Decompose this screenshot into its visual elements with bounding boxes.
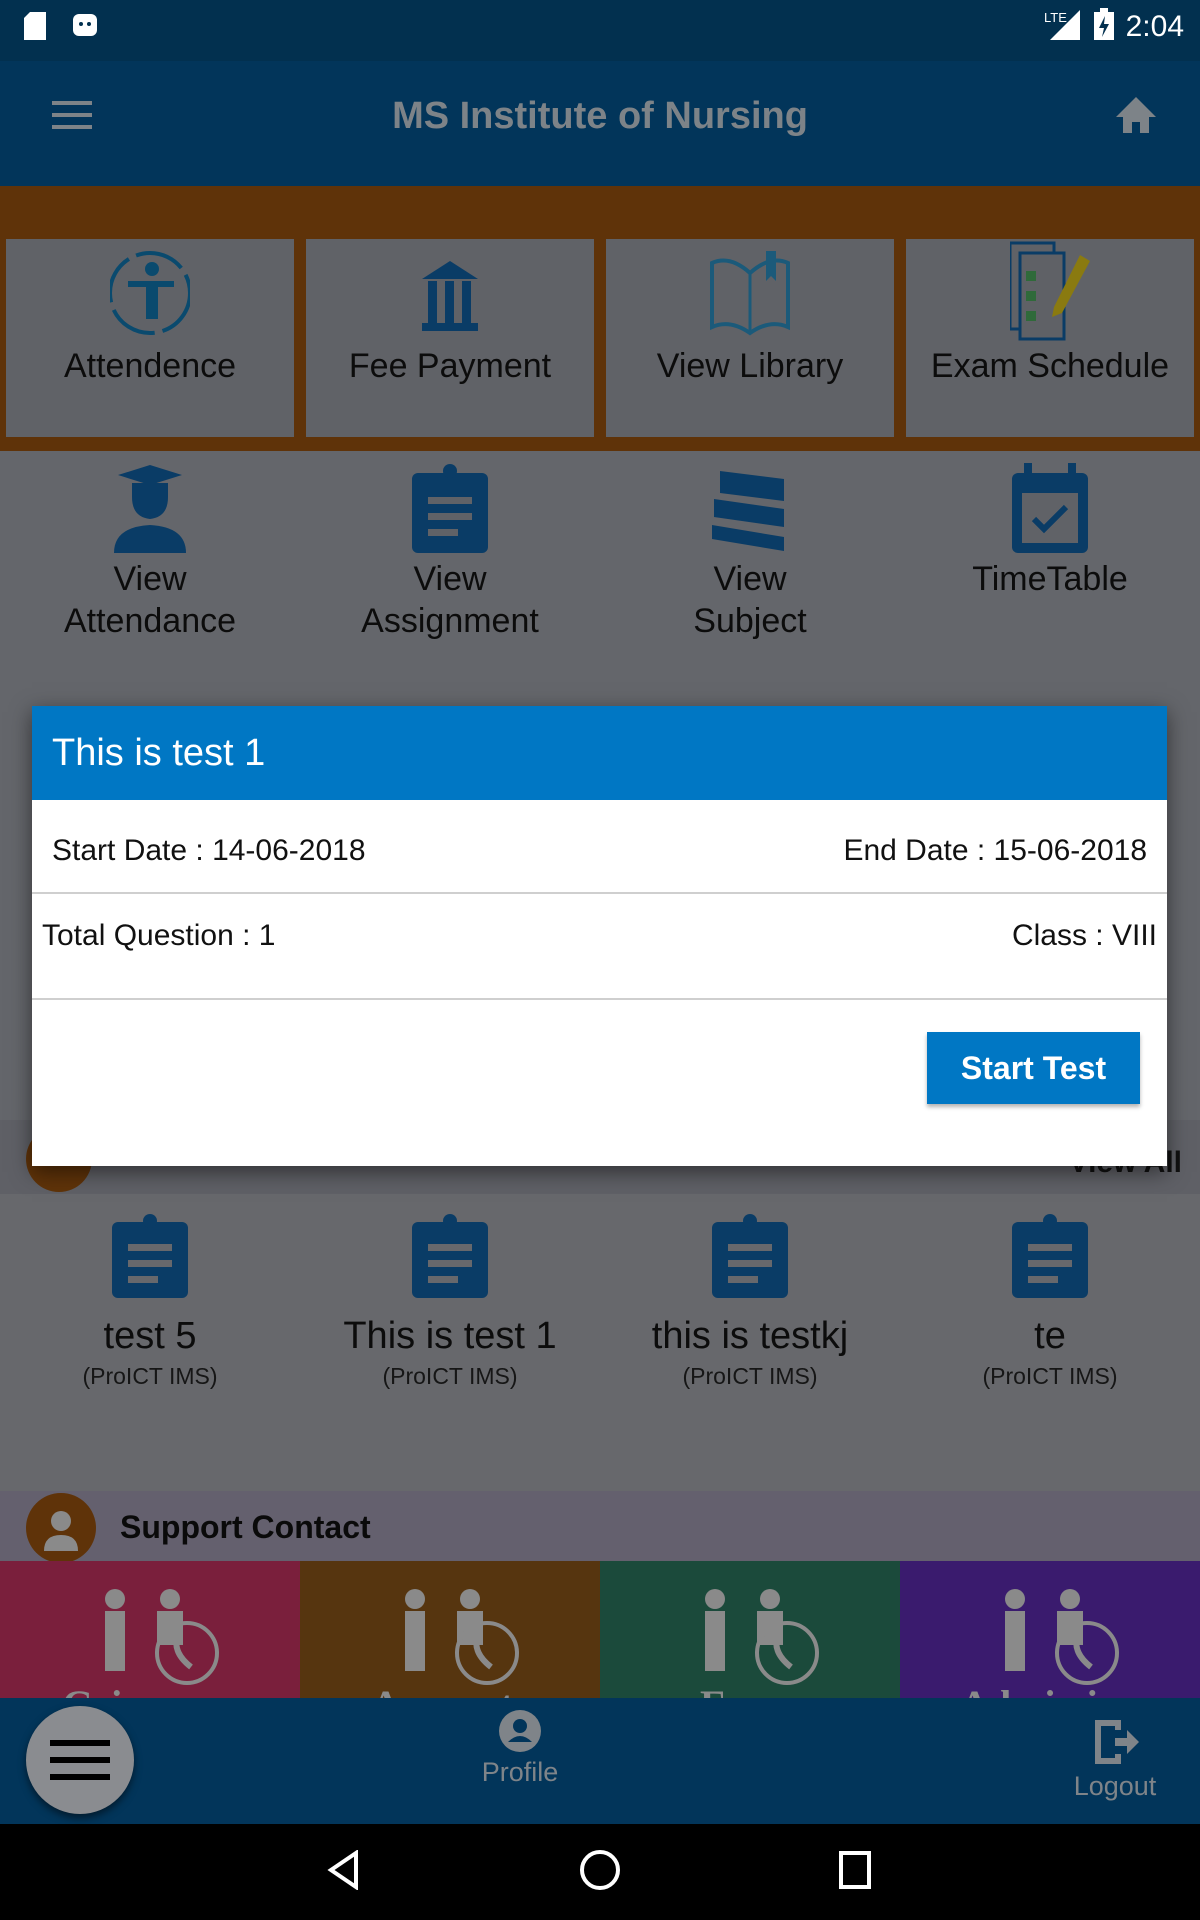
- info-row: Total Question : 1 Class : VIII: [32, 919, 1167, 953]
- grid-item-timetable[interactable]: TimeTable: [900, 463, 1200, 600]
- tile-label: View Library: [656, 347, 844, 385]
- support-tile-label: Exam: [600, 1681, 900, 1698]
- grid-label: Assignment: [361, 602, 539, 640]
- app-title: MS Institute of Nursing: [392, 95, 808, 137]
- grid-label: Subject: [693, 602, 807, 640]
- test-org: (ProICT IMS): [682, 1363, 818, 1389]
- clipboard-icon: [1012, 1214, 1088, 1298]
- sd-card-icon: [24, 12, 46, 40]
- test-org: (ProICT IMS): [382, 1363, 518, 1389]
- open-book-icon: [710, 251, 790, 336]
- grid-item-view-subject[interactable]: View Subject: [600, 463, 900, 642]
- tile-label: Exam Schedule: [930, 347, 1170, 385]
- tile-label: Attendence: [63, 347, 237, 385]
- top-tiles: Attendence Fee Payment View Library Exam…: [0, 186, 1200, 451]
- grid-label: View: [713, 560, 787, 598]
- support-tile-accounts[interactable]: Accounts: [300, 1561, 600, 1698]
- test-item[interactable]: te (ProICT IMS): [900, 1214, 1200, 1390]
- total-question: Total Question : 1: [42, 919, 276, 952]
- support-tile-grievance[interactable]: Grievance: [0, 1561, 300, 1698]
- back-icon[interactable]: [326, 1850, 362, 1890]
- attendance-person-icon: [110, 251, 190, 335]
- grid-label: TimeTable: [972, 560, 1128, 598]
- grid-item-view-attendance[interactable]: View Attendance: [0, 463, 300, 642]
- logout-label: Logout: [1073, 1771, 1157, 1801]
- status-bar: LTE 2:04: [0, 0, 1200, 61]
- divider: [32, 998, 1167, 1000]
- test-name: this is testkj: [651, 1315, 849, 1357]
- support-tile-label: Grievance: [0, 1681, 300, 1698]
- grid-item-view-assignment[interactable]: View Assignment: [300, 463, 600, 642]
- grid-label: View: [113, 560, 187, 598]
- test-name: This is test 1: [343, 1315, 557, 1357]
- test-item[interactable]: this is testkj (ProICT IMS): [600, 1214, 900, 1390]
- system-nav-bar: [0, 1824, 1200, 1920]
- divider: [32, 892, 1167, 894]
- support-phone-icon: [105, 1589, 219, 1685]
- android-icon: [73, 14, 97, 36]
- tile-view-library[interactable]: View Library: [606, 239, 894, 437]
- logout-icon: [1095, 1720, 1139, 1764]
- test-org: (ProICT IMS): [982, 1363, 1118, 1389]
- profile-label: Profile: [481, 1757, 559, 1787]
- hamburger-icon: [50, 1740, 110, 1780]
- home-icon[interactable]: [1114, 95, 1158, 135]
- support-contact-header: Support Contact: [0, 1491, 1200, 1563]
- clipboard-icon: [112, 1214, 188, 1298]
- support-tile-admission[interactable]: Admission: [900, 1561, 1200, 1698]
- support-phone-icon: [405, 1589, 519, 1685]
- support-tile-exam[interactable]: Exam: [600, 1561, 900, 1698]
- signal-icon: [1050, 10, 1080, 40]
- app-bar: MS Institute of Nursing: [0, 61, 1200, 186]
- test-name: test 5: [103, 1315, 197, 1357]
- support-phone-icon: [1005, 1589, 1119, 1685]
- test-org: (ProICT IMS): [82, 1363, 218, 1389]
- recents-icon[interactable]: [838, 1850, 872, 1890]
- logout-button[interactable]: Logout: [1060, 1718, 1170, 1802]
- profile-icon: [499, 1710, 541, 1752]
- support-tile-label: Accounts: [300, 1681, 600, 1698]
- clipboard-icon: [412, 1214, 488, 1298]
- tile-fee-payment[interactable]: Fee Payment: [306, 239, 594, 437]
- test-dialog: This is test 1 Start Date : 14-06-2018 E…: [32, 706, 1167, 1166]
- battery-charging-icon: [1094, 8, 1114, 40]
- home-circle-icon[interactable]: [578, 1848, 622, 1892]
- graduate-icon: [114, 465, 186, 553]
- bank-icon: [422, 261, 478, 331]
- tile-attendence[interactable]: Attendence: [6, 239, 294, 437]
- test-item[interactable]: This is test 1 (ProICT IMS): [300, 1214, 600, 1390]
- dialog-title: This is test 1: [32, 706, 1167, 800]
- support-agent-icon: [26, 1493, 96, 1563]
- test-name: te: [1034, 1315, 1066, 1357]
- support-phone-icon: [705, 1589, 819, 1685]
- bottom-nav: Profile Logout: [0, 1698, 1200, 1824]
- start-date: Start Date : 14-06-2018: [52, 834, 366, 867]
- checklist-pencil-icon: [1010, 241, 1090, 341]
- fab-menu-button[interactable]: [26, 1706, 134, 1814]
- clock: 2:04: [1125, 10, 1184, 43]
- start-test-button[interactable]: Start Test: [927, 1032, 1140, 1104]
- books-icon: [712, 471, 784, 551]
- test-item[interactable]: test 5 (ProICT IMS): [0, 1214, 300, 1390]
- date-row: Start Date : 14-06-2018 End Date : 15-06…: [32, 834, 1167, 868]
- support-tile-label: Admission: [900, 1681, 1200, 1698]
- clipboard-icon: [412, 464, 488, 553]
- profile-button[interactable]: Profile: [460, 1710, 580, 1788]
- clipboard-icon: [712, 1214, 788, 1298]
- grid-label: View: [413, 560, 487, 598]
- tile-label: Fee Payment: [348, 347, 552, 385]
- grid-label: Attendance: [63, 602, 237, 640]
- calendar-check-icon: [1012, 463, 1088, 553]
- end-date: End Date : 15-06-2018: [843, 834, 1147, 867]
- support-title: Support Contact: [120, 1509, 371, 1545]
- tile-exam-schedule[interactable]: Exam Schedule: [906, 239, 1194, 437]
- class-value: Class : VIII: [1011, 919, 1157, 952]
